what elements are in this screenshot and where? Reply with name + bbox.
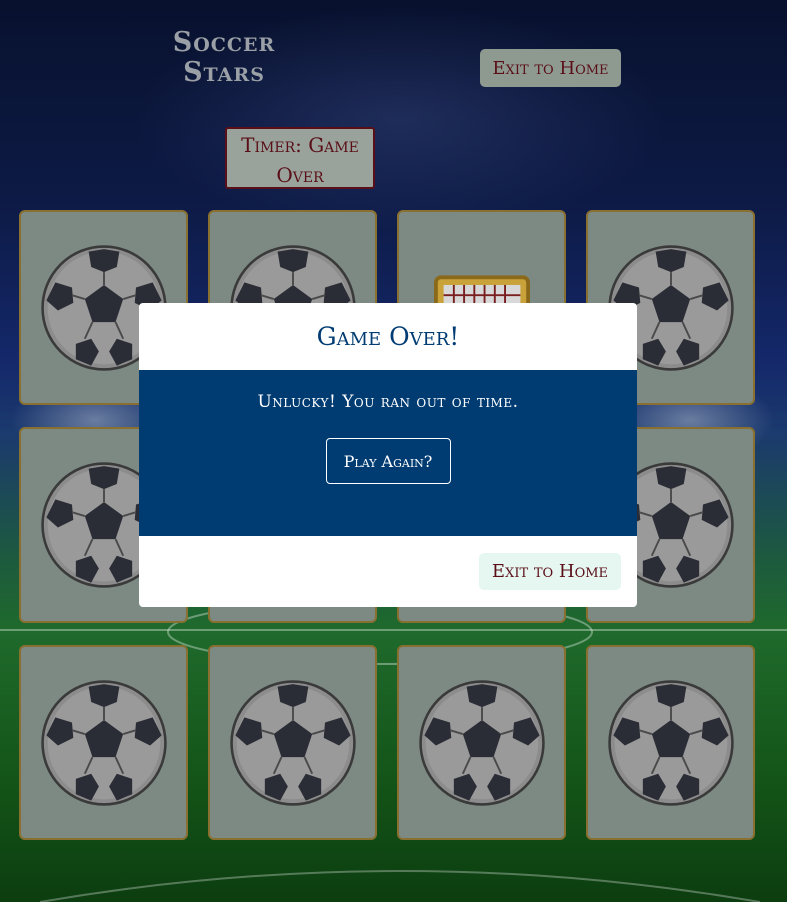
modal-message: Unlucky! You ran out of time. [257,392,519,412]
modal-header: Game Over! [139,303,637,370]
modal-footer: Exit to Home [139,536,637,607]
game-over-modal: Game Over! Unlucky! You ran out of time.… [139,303,637,607]
modal-backdrop: Game Over! Unlucky! You ran out of time.… [0,0,787,902]
modal-exit-to-home-button[interactable]: Exit to Home [479,553,621,590]
play-again-button[interactable]: Play Again? [325,438,451,484]
modal-title: Game Over! [316,322,460,351]
modal-body: Unlucky! You ran out of time. Play Again… [139,370,637,536]
